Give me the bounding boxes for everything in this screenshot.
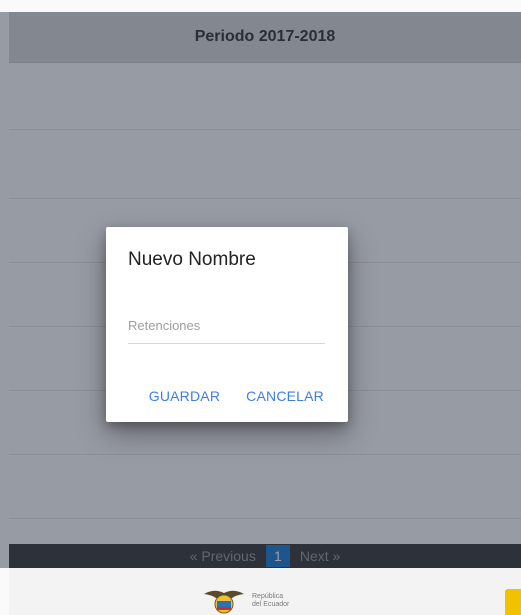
cancel-button[interactable]: CANCELAR (246, 388, 324, 404)
coat-of-arms-icon (204, 590, 244, 614)
rename-dialog: Nuevo Nombre GUARDAR CANCELAR (106, 227, 348, 422)
dialog-actions: GUARDAR CANCELAR (149, 388, 324, 404)
logo-text-line2: del Ecuador (252, 601, 290, 608)
logo-text-line1: República (252, 593, 284, 600)
footer: República del Ecuador (9, 568, 521, 615)
name-field (128, 317, 325, 344)
save-button[interactable]: GUARDAR (149, 388, 220, 404)
brand-corner-mark (505, 589, 521, 615)
government-logo: República del Ecuador (202, 588, 289, 614)
dialog-title: Nuevo Nombre (128, 249, 256, 270)
name-input[interactable] (128, 318, 325, 333)
logo-text: República del Ecuador (252, 593, 289, 609)
